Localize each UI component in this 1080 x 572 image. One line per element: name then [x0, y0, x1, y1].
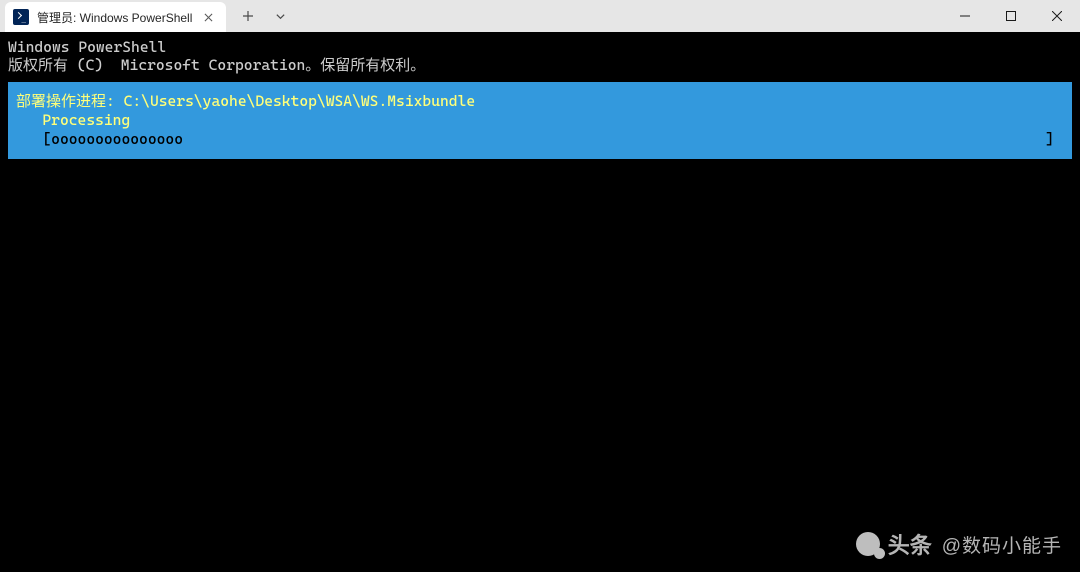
tab-active[interactable]: 管理员: Windows PowerShell [5, 2, 226, 32]
progress-status: Processing [16, 111, 1064, 130]
close-button[interactable] [1034, 0, 1080, 32]
progress-bar-open-bracket: [ [16, 130, 51, 149]
terminal-line: 版权所有 (C) Microsoft Corporation。保留所有权利。 [8, 56, 1072, 74]
progress-bar-empty [183, 130, 1045, 149]
watermark-handle: @数码小能手 [942, 531, 1062, 558]
progress-bar-fill: ooooooooooooooo [51, 130, 183, 149]
title-bar-drag-area[interactable] [302, 0, 942, 32]
progress-bar: [ooooooooooooooo ] [16, 130, 1064, 149]
watermark-logo: 头条 [856, 528, 932, 560]
watermark: 头条 @数码小能手 [856, 528, 1062, 560]
tab-controls [226, 0, 302, 32]
tab-strip: 管理员: Windows PowerShell [0, 0, 302, 32]
powershell-icon [13, 9, 29, 25]
watermark-brand: 头条 [888, 528, 932, 560]
progress-panel: 部署操作进程: C:\Users\yaohe\Desktop\WSA\WS.Ms… [8, 82, 1072, 159]
progress-bar-close-bracket: ] [1045, 130, 1064, 149]
terminal-line: Windows PowerShell [8, 38, 1072, 56]
window-controls [942, 0, 1080, 32]
tab-close-button[interactable] [200, 9, 216, 25]
title-bar: 管理员: Windows PowerShell [0, 0, 1080, 32]
new-tab-button[interactable] [234, 3, 262, 29]
progress-title: 部署操作进程: C:\Users\yaohe\Desktop\WSA\WS.Ms… [16, 92, 1064, 111]
tab-title: 管理员: Windows PowerShell [37, 9, 192, 26]
terminal-viewport[interactable]: Windows PowerShell 版权所有 (C) Microsoft Co… [0, 32, 1080, 572]
toutiao-icon [856, 531, 882, 557]
tab-dropdown-button[interactable] [266, 3, 294, 29]
maximize-button[interactable] [988, 0, 1034, 32]
minimize-button[interactable] [942, 0, 988, 32]
